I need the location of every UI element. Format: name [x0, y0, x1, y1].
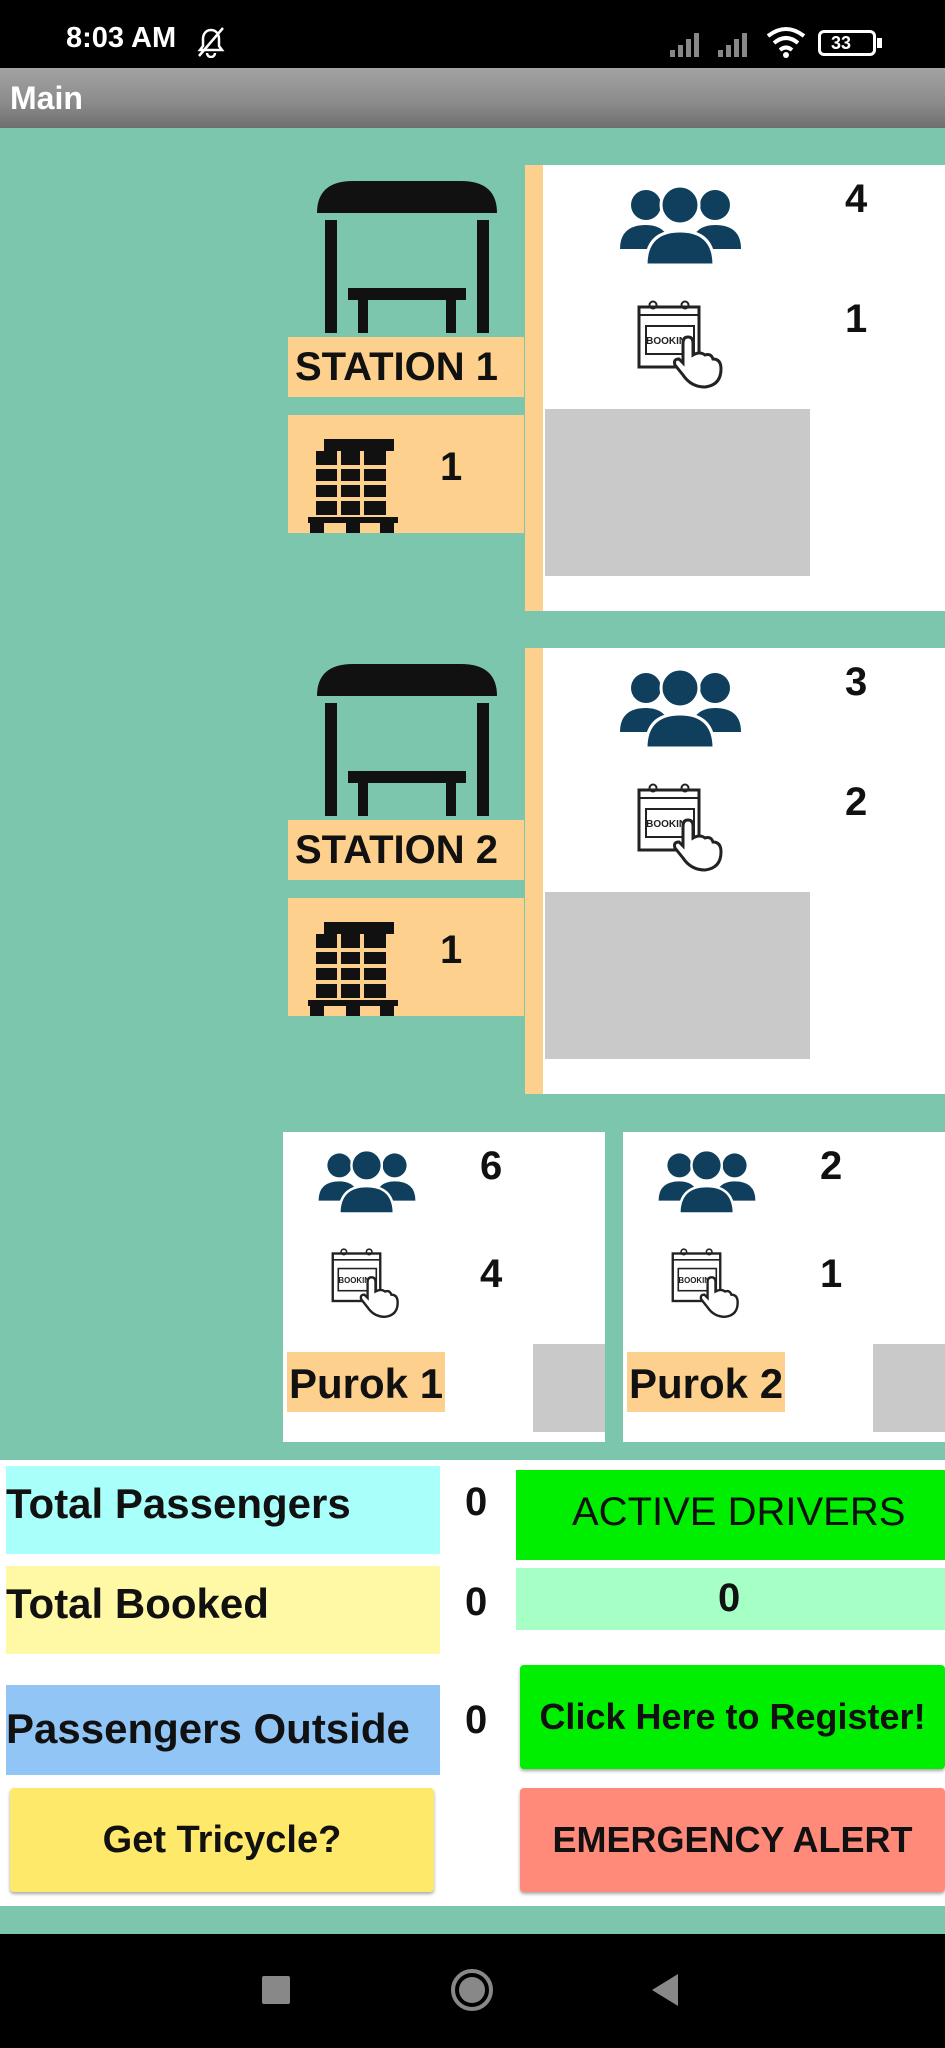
- passenger-count: 4: [845, 177, 868, 221]
- booking-icon: BOOKING: [331, 1248, 399, 1319]
- battery-icon: 33: [818, 30, 876, 56]
- map-placeholder: [545, 409, 810, 576]
- parcel-count: 1: [440, 928, 463, 972]
- signal-icon: [670, 33, 699, 57]
- mute-notifications-icon: [197, 27, 225, 58]
- booking-count: 2: [845, 780, 868, 824]
- parcel-stack-icon: [308, 439, 398, 533]
- passenger-count: 3: [845, 660, 868, 704]
- booking-count: 4: [480, 1252, 503, 1296]
- emergency-alert-button[interactable]: EMERGENCY ALERT: [520, 1788, 945, 1892]
- total-booked-value: 0: [465, 1580, 488, 1624]
- parcel-count: 1: [440, 445, 463, 489]
- booking-count: 1: [820, 1252, 843, 1296]
- map-placeholder: [545, 892, 810, 1059]
- purok-1-card[interactable]: 6 BOOKING 4 Purok 1: [283, 1132, 605, 1442]
- bus-stop-icon: [317, 664, 497, 816]
- booking-count: 1: [845, 297, 868, 341]
- passengers-icon: [318, 1149, 416, 1215]
- parcel-panel: 1: [288, 898, 524, 1016]
- station-name-label: STATION 1: [288, 337, 524, 397]
- recents-button[interactable]: [262, 1976, 290, 2004]
- title-bar: Main: [0, 68, 945, 128]
- total-passengers-label-box: Total Passengers: [6, 1466, 440, 1554]
- get-tricycle-button[interactable]: Get Tricycle?: [10, 1788, 434, 1892]
- signal-2-icon: [718, 33, 747, 57]
- active-drivers-count: 0: [718, 1576, 741, 1620]
- back-button[interactable]: [648, 1972, 682, 2008]
- status-bar: 8:03 AM 33: [0, 0, 945, 68]
- station-2[interactable]: STATION 2 1 3 BOOKING 2: [280, 648, 945, 1094]
- summary-panel: Total Passengers 0 ACTIVE DRIVERS Total …: [0, 1460, 945, 1906]
- purok-name-label: Purok 2: [627, 1352, 785, 1412]
- passengers-icon: [658, 1149, 756, 1215]
- booking-icon: BOOKING: [637, 300, 723, 389]
- map-placeholder: [533, 1344, 605, 1432]
- total-passengers-label: Total Passengers: [6, 1480, 351, 1527]
- total-booked-label: Total Booked: [6, 1580, 269, 1627]
- total-booked-label-box: Total Booked: [6, 1566, 440, 1654]
- passengers-outside-value: 0: [465, 1698, 488, 1742]
- passengers-outside-label-box: Passengers Outside: [6, 1685, 440, 1775]
- map-placeholder: [873, 1344, 945, 1432]
- passengers-outside-label: Passengers Outside: [6, 1705, 410, 1752]
- station-info-panel: 3 BOOKING 2: [543, 648, 945, 1094]
- passengers-icon: [620, 184, 741, 267]
- active-drivers-count-box: 0: [516, 1568, 945, 1630]
- active-drivers-header: ACTIVE DRIVERS: [516, 1470, 945, 1560]
- station-name-label: STATION 2: [288, 820, 524, 880]
- battery-level: 33: [831, 33, 852, 53]
- purok-name-label: Purok 1: [287, 1352, 445, 1412]
- active-drivers-label: ACTIVE DRIVERS: [572, 1490, 906, 1534]
- passengers-icon: [620, 667, 741, 750]
- station-side-strip: [525, 165, 543, 611]
- passenger-count: 6: [480, 1144, 503, 1188]
- purok-2-card[interactable]: 2 BOOKING 1 Purok 2: [623, 1132, 945, 1442]
- wifi-icon: [766, 27, 806, 58]
- parcel-stack-icon: [308, 922, 398, 1016]
- station-info-panel: 4 BOOKING 1: [543, 165, 945, 611]
- system-nav-bar: [0, 1934, 945, 2048]
- booking-icon: BOOKING: [671, 1248, 739, 1319]
- status-time: 8:03 AM: [66, 22, 177, 54]
- station-1[interactable]: STATION 1 1 4 BOOKING 1: [280, 165, 945, 611]
- home-button[interactable]: [448, 1966, 496, 2014]
- booking-icon: BOOKING: [637, 783, 723, 872]
- parcel-panel: 1: [288, 415, 524, 533]
- total-passengers-value: 0: [465, 1480, 488, 1524]
- bus-stop-icon: [317, 181, 497, 333]
- passenger-count: 2: [820, 1144, 843, 1188]
- register-button[interactable]: Click Here to Register!: [520, 1665, 945, 1769]
- station-side-strip: [525, 648, 543, 1094]
- page-title: Main: [10, 80, 83, 116]
